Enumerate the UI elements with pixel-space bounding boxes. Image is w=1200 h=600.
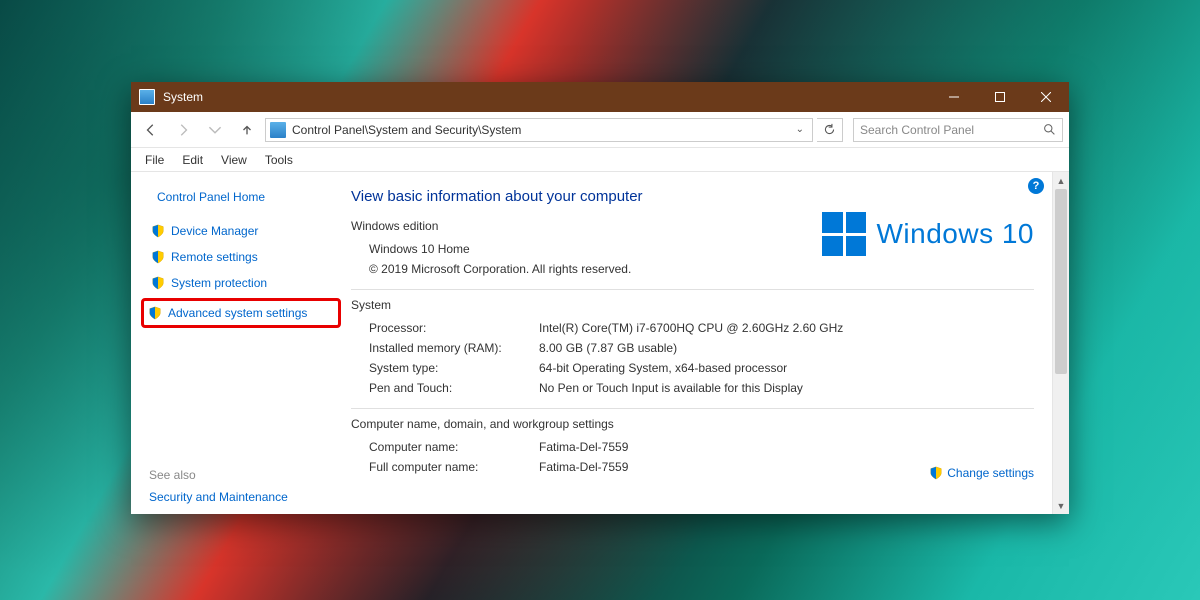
shield-icon bbox=[151, 224, 165, 238]
divider bbox=[351, 289, 1034, 290]
address-dropdown-icon[interactable]: ⌄ bbox=[792, 124, 808, 135]
scroll-up-button[interactable]: ▲ bbox=[1053, 172, 1069, 189]
window-title: System bbox=[163, 90, 203, 104]
sidebar-item-device-manager[interactable]: Device Manager bbox=[145, 220, 341, 242]
row-processor: Processor:Intel(R) Core(TM) i7-6700HQ CP… bbox=[351, 318, 1034, 338]
sidebar-item-remote-settings[interactable]: Remote settings bbox=[145, 246, 341, 268]
forward-button[interactable] bbox=[169, 116, 197, 144]
vertical-scrollbar[interactable]: ▲ ▼ bbox=[1052, 172, 1069, 514]
search-input[interactable] bbox=[860, 123, 1043, 137]
control-panel-home-link[interactable]: Control Panel Home bbox=[157, 190, 341, 204]
address-bar[interactable]: Control Panel\System and Security\System… bbox=[265, 118, 813, 142]
help-icon[interactable]: ? bbox=[1028, 178, 1044, 194]
windows-logo-icon bbox=[822, 212, 866, 256]
up-button[interactable] bbox=[233, 116, 261, 144]
shield-icon bbox=[148, 306, 162, 320]
address-system-icon bbox=[270, 122, 286, 138]
row-ram: Installed memory (RAM):8.00 GB (7.87 GB … bbox=[351, 338, 1034, 358]
back-button[interactable] bbox=[137, 116, 165, 144]
sidebar: Control Panel Home Device Manager Remote… bbox=[131, 172, 341, 514]
menu-edit[interactable]: Edit bbox=[174, 151, 211, 169]
shield-icon bbox=[151, 250, 165, 264]
sidebar-item-label: System protection bbox=[171, 276, 267, 290]
see-also-label: See also bbox=[149, 468, 341, 482]
scroll-track[interactable] bbox=[1053, 189, 1069, 497]
sidebar-item-label: Remote settings bbox=[171, 250, 258, 264]
divider bbox=[351, 408, 1034, 409]
sidebar-item-label: Advanced system settings bbox=[168, 306, 307, 320]
shield-icon bbox=[151, 276, 165, 290]
change-settings-label: Change settings bbox=[947, 466, 1034, 480]
sidebar-item-advanced-system-settings[interactable]: Advanced system settings bbox=[141, 298, 341, 328]
row-computer-name: Computer name:Fatima-Del-7559 bbox=[351, 437, 1034, 457]
row-system-type: System type:64-bit Operating System, x64… bbox=[351, 358, 1034, 378]
windows-logo: Windows 10 bbox=[822, 212, 1034, 256]
menu-tools[interactable]: Tools bbox=[257, 151, 301, 169]
search-icon bbox=[1043, 123, 1056, 136]
minimize-button[interactable] bbox=[931, 82, 977, 112]
sidebar-item-label: Device Manager bbox=[171, 224, 258, 238]
recent-dropdown[interactable] bbox=[201, 116, 229, 144]
system-icon bbox=[139, 89, 155, 105]
page-heading: View basic information about your comput… bbox=[351, 188, 1034, 205]
scroll-down-button[interactable]: ▼ bbox=[1053, 497, 1069, 514]
shield-icon bbox=[929, 466, 943, 480]
nav-toolbar: Control Panel\System and Security\System… bbox=[131, 112, 1069, 148]
search-box[interactable] bbox=[853, 118, 1063, 142]
section-system: System bbox=[351, 298, 1034, 312]
close-button[interactable] bbox=[1023, 82, 1069, 112]
refresh-button[interactable] bbox=[817, 118, 843, 142]
menu-view[interactable]: View bbox=[213, 151, 255, 169]
content-pane: ? View basic information about your comp… bbox=[341, 172, 1052, 514]
see-also-section: See also Security and Maintenance bbox=[145, 448, 341, 504]
system-window: System Control Panel\System and Security… bbox=[131, 82, 1069, 514]
see-also-security-maintenance[interactable]: Security and Maintenance bbox=[149, 490, 341, 504]
window-body: Control Panel Home Device Manager Remote… bbox=[131, 172, 1069, 514]
edition-name: Windows 10 Home bbox=[369, 242, 470, 256]
change-settings-link[interactable]: Change settings bbox=[929, 466, 1034, 480]
copyright-text: © 2019 Microsoft Corporation. All rights… bbox=[369, 262, 631, 276]
row-pen-touch: Pen and Touch:No Pen or Touch Input is a… bbox=[351, 378, 1034, 398]
scroll-thumb[interactable] bbox=[1055, 189, 1067, 374]
address-path: Control Panel\System and Security\System bbox=[292, 123, 792, 137]
sidebar-item-system-protection[interactable]: System protection bbox=[145, 272, 341, 294]
windows-logo-text: Windows 10 bbox=[876, 218, 1034, 250]
maximize-button[interactable] bbox=[977, 82, 1023, 112]
menu-bar: File Edit View Tools bbox=[131, 148, 1069, 172]
section-computer-name: Computer name, domain, and workgroup set… bbox=[351, 417, 1034, 431]
menu-file[interactable]: File bbox=[137, 151, 172, 169]
titlebar[interactable]: System bbox=[131, 82, 1069, 112]
